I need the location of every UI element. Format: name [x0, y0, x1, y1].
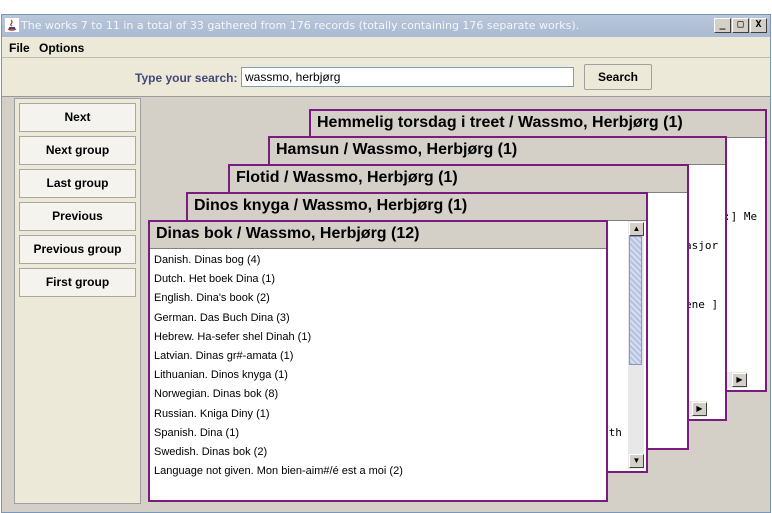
list-item[interactable]: German. Das Buch Dina (3) [152, 309, 604, 328]
scrollbar-thumb[interactable] [629, 236, 642, 365]
list-item[interactable]: Russian. Kniga Diny (1) [152, 405, 604, 424]
search-input[interactable] [241, 67, 574, 87]
edition-list: Danish. Dinas bog (4) Dutch. Het boek Di… [152, 251, 604, 498]
card-title: Dinas bok / Wassmo, Herbjørg (12) [150, 222, 606, 249]
vertical-scrollbar[interactable]: ▲ ▼ [628, 221, 644, 469]
last-group-button[interactable]: Last group [19, 169, 136, 198]
previous-button[interactable]: Previous [19, 202, 136, 231]
list-item[interactable]: Norwegian. Dinas bok (8) [152, 385, 604, 404]
scroll-right-arrow[interactable]: ▶ [692, 402, 707, 416]
search-label: Type your search: [135, 71, 238, 85]
list-item[interactable]: Hebrew. Ha-sefer shel Dinah (1) [152, 328, 604, 347]
first-group-button[interactable]: First group [19, 268, 136, 297]
maximize-button[interactable]: □ [732, 18, 749, 33]
card-title: Flotid / Wassmo, Herbjørg (1) [230, 166, 687, 193]
text-fragment: ene ] [685, 298, 719, 311]
results-area: Hemmelig torsdag i treet / Wassmo, Herbj… [142, 98, 767, 504]
scroll-down-arrow[interactable]: ▼ [629, 454, 644, 468]
minimize-button[interactable]: _ [714, 18, 731, 33]
list-item[interactable]: Lithuanian. Dinos knyga (1) [152, 366, 604, 385]
text-fragment: :] Me [724, 210, 758, 223]
app-window: The works 7 to 11 in a total of 33 gathe… [1, 14, 771, 513]
list-item[interactable]: Spanish. Dina (1) [152, 424, 604, 443]
scroll-up-arrow[interactable]: ▲ [629, 222, 644, 236]
card-title: Hemmelig torsdag i treet / Wassmo, Herbj… [311, 111, 765, 138]
window-title: The works 7 to 11 in a total of 33 gathe… [21, 19, 580, 32]
card-title: Hamsun / Wassmo, Herbjørg (1) [270, 138, 725, 165]
card-title: Dinos knyga / Wassmo, Herbjørg (1) [188, 194, 646, 221]
text-fragment: asjor [685, 239, 719, 252]
next-group-button[interactable]: Next group [19, 136, 136, 165]
list-item[interactable]: Latvian. Dinas gr#-amata (1) [152, 347, 604, 366]
menu-options[interactable]: Options [39, 41, 84, 55]
list-item[interactable]: Danish. Dinas bog (4) [152, 251, 604, 270]
list-item[interactable]: Swedish. Dinas bok (2) [152, 443, 604, 462]
list-item[interactable]: Language not given. Mon bien-aim#/é est … [152, 462, 604, 481]
close-button[interactable]: X [750, 18, 767, 33]
title-bar[interactable]: The works 7 to 11 in a total of 33 gathe… [2, 15, 770, 37]
result-card-front[interactable]: Dinas bok / Wassmo, Herbjørg (12) Danish… [148, 220, 608, 502]
navigation-panel: Next Next group Last group Previous Prev… [14, 98, 141, 504]
search-bar: Type your search: Search [2, 58, 770, 97]
java-app-icon [5, 18, 19, 32]
list-item[interactable]: Dutch. Het boek Dina (1) [152, 270, 604, 289]
list-item[interactable]: English. Dina's book (2) [152, 289, 604, 308]
menu-file[interactable]: File [9, 41, 30, 55]
scroll-right-arrow[interactable]: ▶ [732, 373, 747, 387]
menu-bar: File Options [2, 37, 770, 58]
previous-group-button[interactable]: Previous group [19, 235, 136, 264]
next-button[interactable]: Next [19, 103, 136, 132]
search-button[interactable]: Search [584, 64, 652, 90]
